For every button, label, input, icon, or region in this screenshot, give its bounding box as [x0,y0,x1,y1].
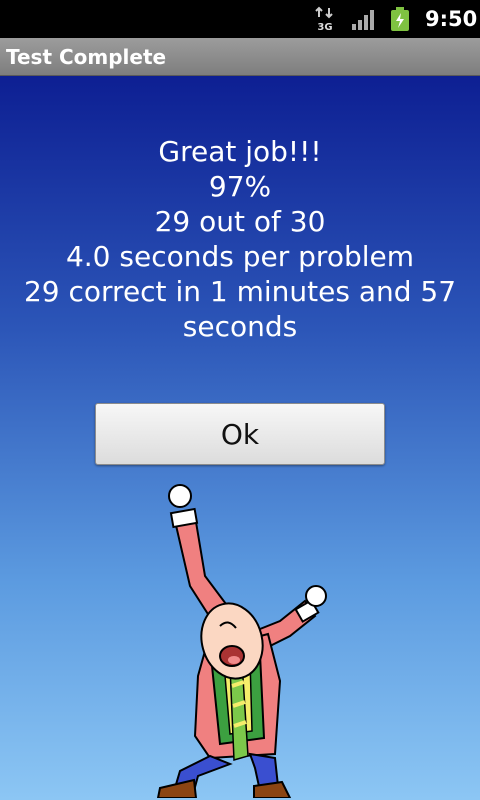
clock: 9:50 [425,7,478,31]
ok-button[interactable]: Ok [95,403,385,465]
page-title: Test Complete [6,45,167,69]
celebrating-man-illustration [156,484,327,798]
title-bar: Test Complete [0,38,480,76]
results-summary: Great job!!! 97% 29 out of 30 4.0 second… [0,134,480,344]
network-type: 3G [317,22,332,32]
result-percentage: 97% [208,170,272,203]
signal-icon [352,10,374,30]
result-time-cont: seconds [182,310,298,343]
result-score: 29 out of 30 [154,205,326,238]
battery-charging-icon [391,7,409,31]
result-message: Great job!!! [158,135,322,168]
status-bar: 3G 9:50 [0,0,480,38]
main-content: Great job!!! 97% 29 out of 30 4.0 second… [0,76,480,800]
result-time: 29 correct in 1 minutes and 57 [23,275,457,308]
result-speed: 4.0 seconds per problem [65,240,415,273]
data-arrows-icon: 3G [315,6,333,32]
ok-button-label: Ok [220,417,260,451]
